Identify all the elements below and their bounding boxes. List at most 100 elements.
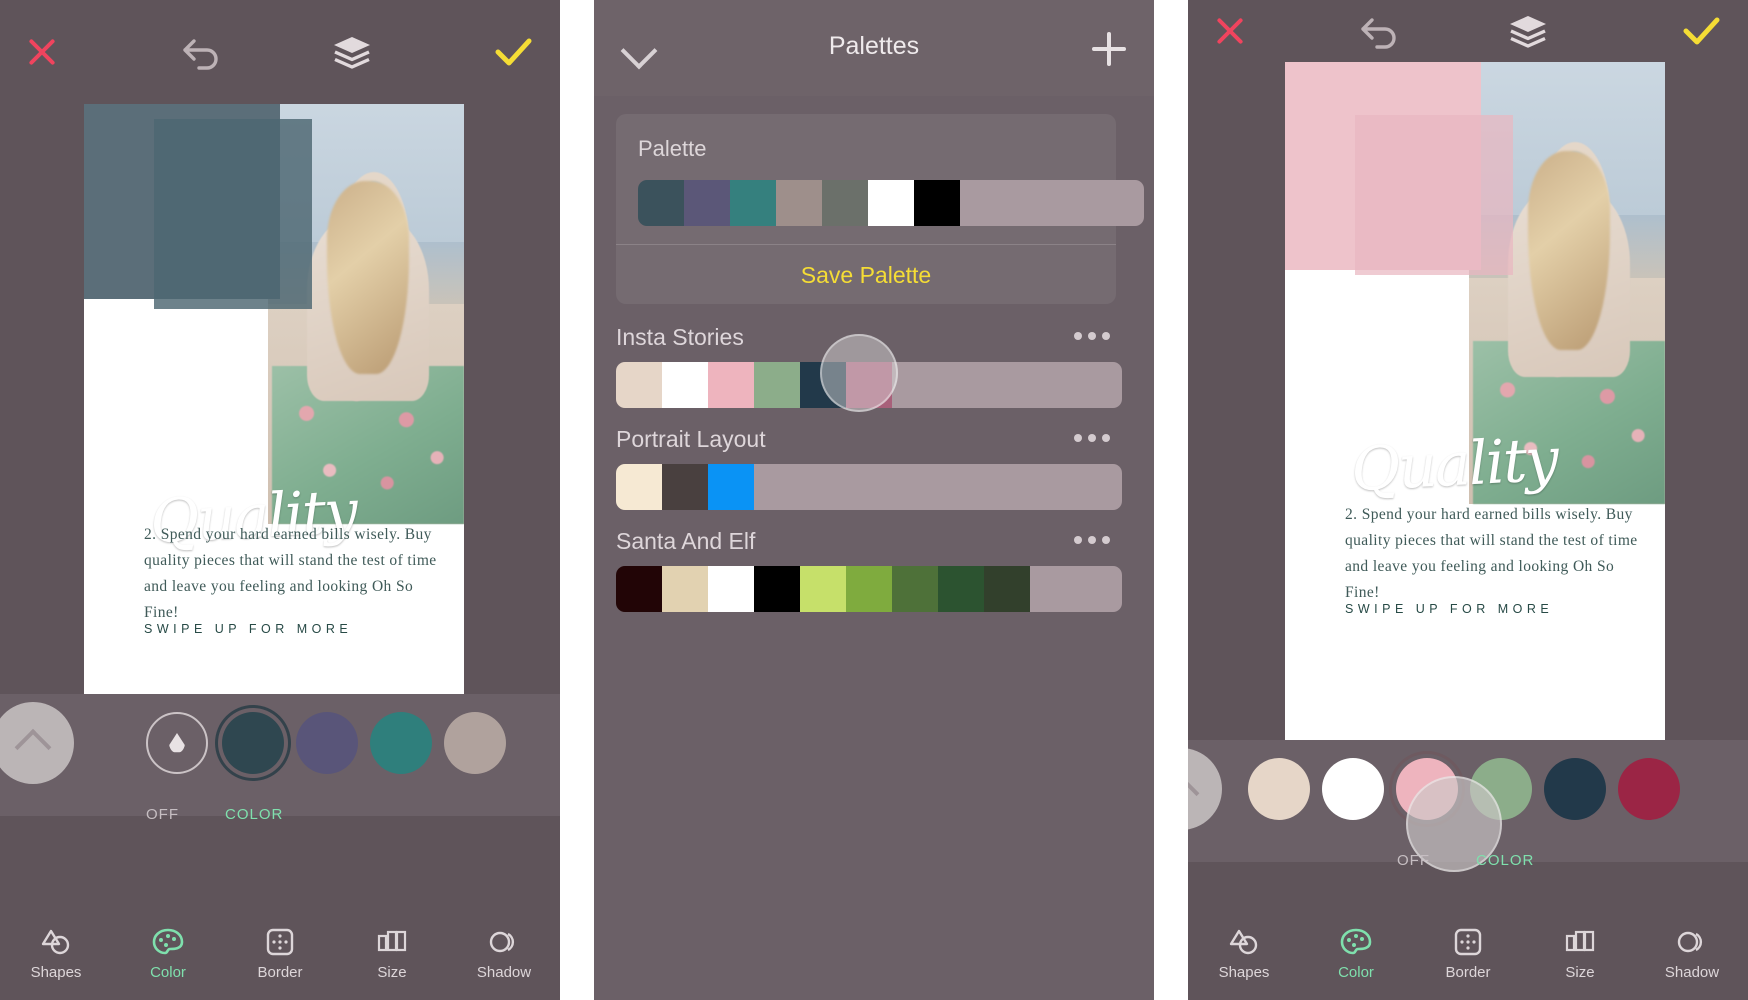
palette-swatch[interactable] [846,566,892,612]
palette-group-swatches [616,464,1122,510]
palette-swatch-empty[interactable] [938,464,984,510]
palette-swatch[interactable] [800,362,846,408]
more-options-icon[interactable] [1074,536,1110,544]
palette-swatch-empty[interactable] [1076,362,1122,408]
palette-swatch[interactable] [684,180,730,226]
right-poster-canvas[interactable]: Quality 2. Spend your hard earned bills … [1285,52,1665,740]
poster-body-text: 2. Spend your hard earned bills wisely. … [1345,506,1638,601]
palette-swatch[interactable] [776,180,822,226]
tab-border[interactable]: Border [1412,927,1524,981]
palette-swatch[interactable] [892,566,938,612]
tab-border-label: Border [257,964,303,981]
close-icon[interactable] [22,32,62,72]
palette-group-portrait-layout: Portrait Layout [616,426,1122,518]
palette-swatch[interactable] [708,566,754,612]
palette-swatch[interactable] [914,180,960,226]
tab-shadow[interactable]: Shadow [1636,927,1748,981]
tab-shapes[interactable]: Shapes [0,927,112,981]
close-icon[interactable] [1210,11,1250,51]
swatch-slate-purple[interactable] [296,712,358,774]
eyedropper-button[interactable] [146,712,208,774]
palette-swatch[interactable] [708,362,754,408]
palette-swatch[interactable] [662,464,708,510]
screenshot-stage: Quality 2. Spend your hard earned bills … [0,0,1748,1000]
tab-color[interactable]: Color [1300,927,1412,981]
palette-swatch-empty[interactable] [984,464,1030,510]
palette-swatch-empty[interactable] [984,362,1030,408]
palette-swatch[interactable] [754,566,800,612]
poster-body-text: 2. Spend your hard earned bills wisely. … [144,526,437,621]
swatch-wine[interactable] [1618,758,1680,820]
save-palette-button[interactable]: Save Palette [616,262,1116,289]
palette-swatch-empty[interactable] [1030,566,1076,612]
palette-swatch-empty[interactable] [800,464,846,510]
swatch-navy[interactable] [1544,758,1606,820]
poster-cta-text: SWIPE UP FOR MORE [144,622,353,636]
swatch-cream[interactable] [1248,758,1310,820]
expand-up-button[interactable] [1188,748,1222,830]
palette-swatch[interactable] [616,566,662,612]
check-icon[interactable] [1678,11,1724,51]
size-icon [376,927,408,957]
palette-swatch[interactable] [662,362,708,408]
left-bottom-nav: Shapes Color Border Size Shadow [0,908,560,1000]
palette-swatch[interactable] [800,566,846,612]
palette-swatch-selected[interactable] [846,362,892,408]
palette-swatch[interactable] [754,362,800,408]
tab-size[interactable]: Size [1524,927,1636,981]
panel-gap-1 [560,0,594,1000]
swatch-dark-teal[interactable] [222,712,284,774]
palette-swatch[interactable] [638,180,684,226]
palette-swatch-empty[interactable] [1076,464,1122,510]
swatch-white[interactable] [1322,758,1384,820]
tab-shapes[interactable]: Shapes [1188,927,1300,981]
palette-swatch-empty[interactable] [1030,464,1076,510]
palette-swatch[interactable] [938,566,984,612]
palette-swatch[interactable] [616,464,662,510]
palette-swatch[interactable] [984,566,1030,612]
palette-swatch-empty[interactable] [1052,180,1098,226]
palette-swatch-empty[interactable] [938,362,984,408]
tab-size[interactable]: Size [336,927,448,981]
poster-shape-overlay[interactable] [154,119,312,309]
poster-script-text: Quality [1349,424,1559,506]
palette-swatch[interactable] [616,362,662,408]
palette-swatch-empty[interactable] [1030,362,1076,408]
palette-swatch-empty[interactable] [892,464,938,510]
swatch-taupe[interactable] [444,712,506,774]
palette-swatch[interactable] [868,180,914,226]
plus-icon[interactable] [1092,32,1126,66]
palette-swatch-empty[interactable] [1098,180,1144,226]
palette-swatch-empty[interactable] [960,180,1006,226]
more-options-icon[interactable] [1074,434,1110,442]
palette-swatch-empty[interactable] [1006,180,1052,226]
tab-size-label: Size [377,964,407,981]
more-options-icon[interactable] [1074,332,1110,340]
palette-swatch[interactable] [662,566,708,612]
palette-swatch-empty[interactable] [846,464,892,510]
border-icon [264,927,296,957]
left-poster-canvas[interactable]: Quality 2. Spend your hard earned bills … [84,84,464,734]
palette-swatch[interactable] [730,180,776,226]
swatch-green[interactable] [1470,758,1532,820]
palette-swatch-empty[interactable] [1076,566,1122,612]
layers-icon[interactable] [330,32,374,72]
tab-shadow[interactable]: Shadow [448,927,560,981]
check-icon[interactable] [490,32,536,72]
palettes-phone-screen: Palettes Palette Save Palette Insta Stor… [594,0,1154,1000]
left-phone-screen: Quality 2. Spend your hard earned bills … [0,0,560,1000]
undo-icon[interactable] [178,32,224,72]
swatch-pink[interactable] [1396,758,1458,820]
layers-icon[interactable] [1506,11,1550,51]
expand-up-button[interactable] [0,702,74,784]
current-palette-swatches [638,180,1144,226]
swatch-teal[interactable] [370,712,432,774]
palette-swatch[interactable] [822,180,868,226]
palette-swatch-empty[interactable] [754,464,800,510]
undo-icon[interactable] [1356,11,1402,51]
poster-shape-overlay[interactable] [1355,115,1513,275]
palette-swatch-empty[interactable] [892,362,938,408]
tab-color[interactable]: Color [112,927,224,981]
palette-swatch[interactable] [708,464,754,510]
tab-border[interactable]: Border [224,927,336,981]
